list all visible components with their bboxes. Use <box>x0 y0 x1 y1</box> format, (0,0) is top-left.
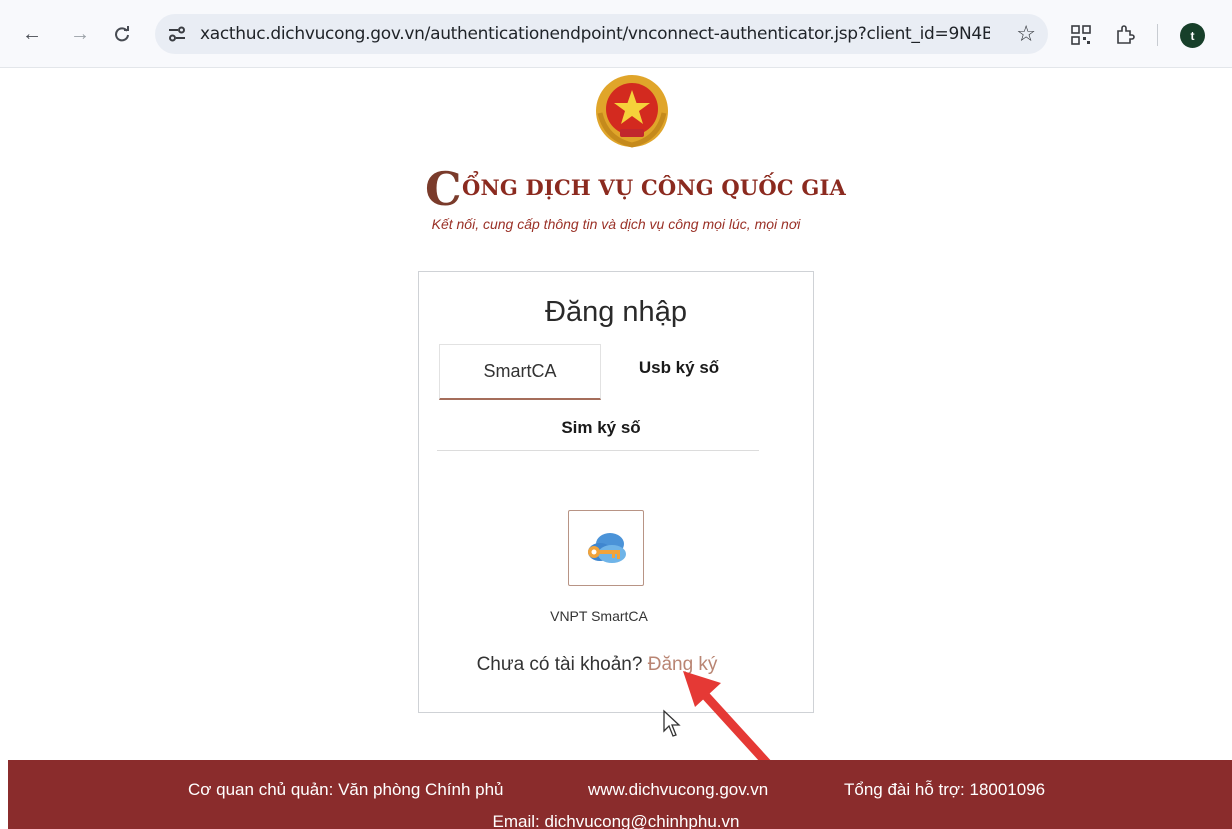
portal-title: C ỔNG DỊCH VỤ CÔNG QUỐC GIA <box>420 162 860 216</box>
footer-website[interactable]: www.dichvucong.gov.vn <box>588 780 768 800</box>
portal-title-initial: C <box>425 162 462 216</box>
extensions-icon[interactable] <box>1114 24 1136 46</box>
tab-usb-signature[interactable]: Usb ký số <box>619 340 739 396</box>
tab-smartca[interactable]: SmartCA <box>439 344 601 400</box>
site-info-icon[interactable] <box>167 24 187 44</box>
vnpt-smartca-button[interactable] <box>568 510 644 586</box>
footer-agency: Cơ quan chủ quản: Văn phòng Chính phủ <box>188 780 504 799</box>
back-icon[interactable]: ← <box>20 22 44 46</box>
tab-sim-signature[interactable]: Sim ký số <box>536 400 666 456</box>
url-text[interactable]: xacthuc.dichvucong.gov.vn/authentication… <box>200 24 990 44</box>
annotation-arrow-icon <box>675 665 785 775</box>
footer-email[interactable]: Email: dichvucong@chinhphu.vn <box>8 812 1224 829</box>
footer-hotline: Tổng đài hỗ trợ: 18001096 <box>844 780 1046 799</box>
provider-label: VNPT SmartCA <box>550 608 648 624</box>
address-bar[interactable]: xacthuc.dichvucong.gov.vn/authentication… <box>155 14 1048 54</box>
profile-avatar[interactable]: t <box>1180 23 1205 48</box>
portal-title-text: ỔNG DỊCH VỤ CÔNG QUỐC GIA <box>462 175 846 200</box>
page-footer: Cơ quan chủ quản: Văn phòng Chính phủ ww… <box>8 760 1232 829</box>
tabs-divider <box>437 450 759 451</box>
national-emblem-logo <box>594 73 670 149</box>
cloud-key-icon <box>588 533 626 563</box>
login-title: Đăng nhập <box>545 296 687 328</box>
no-account-text: Chưa có tài khoản? <box>476 654 643 675</box>
reload-icon[interactable] <box>110 22 134 46</box>
browser-toolbar: ← → xacthuc.dichvucong.gov.vn/authentica… <box>0 0 1232 68</box>
star-icon[interactable]: ☆ <box>1016 21 1036 47</box>
toolbar-divider <box>1157 24 1158 46</box>
login-card: Đăng nhập SmartCA Usb ký số Sim ký số VN… <box>418 271 814 713</box>
forward-icon[interactable]: → <box>68 22 92 46</box>
qr-code-icon[interactable] <box>1070 24 1092 46</box>
portal-tagline: Kết nối, cung cấp thông tin và dịch vụ c… <box>431 216 801 232</box>
